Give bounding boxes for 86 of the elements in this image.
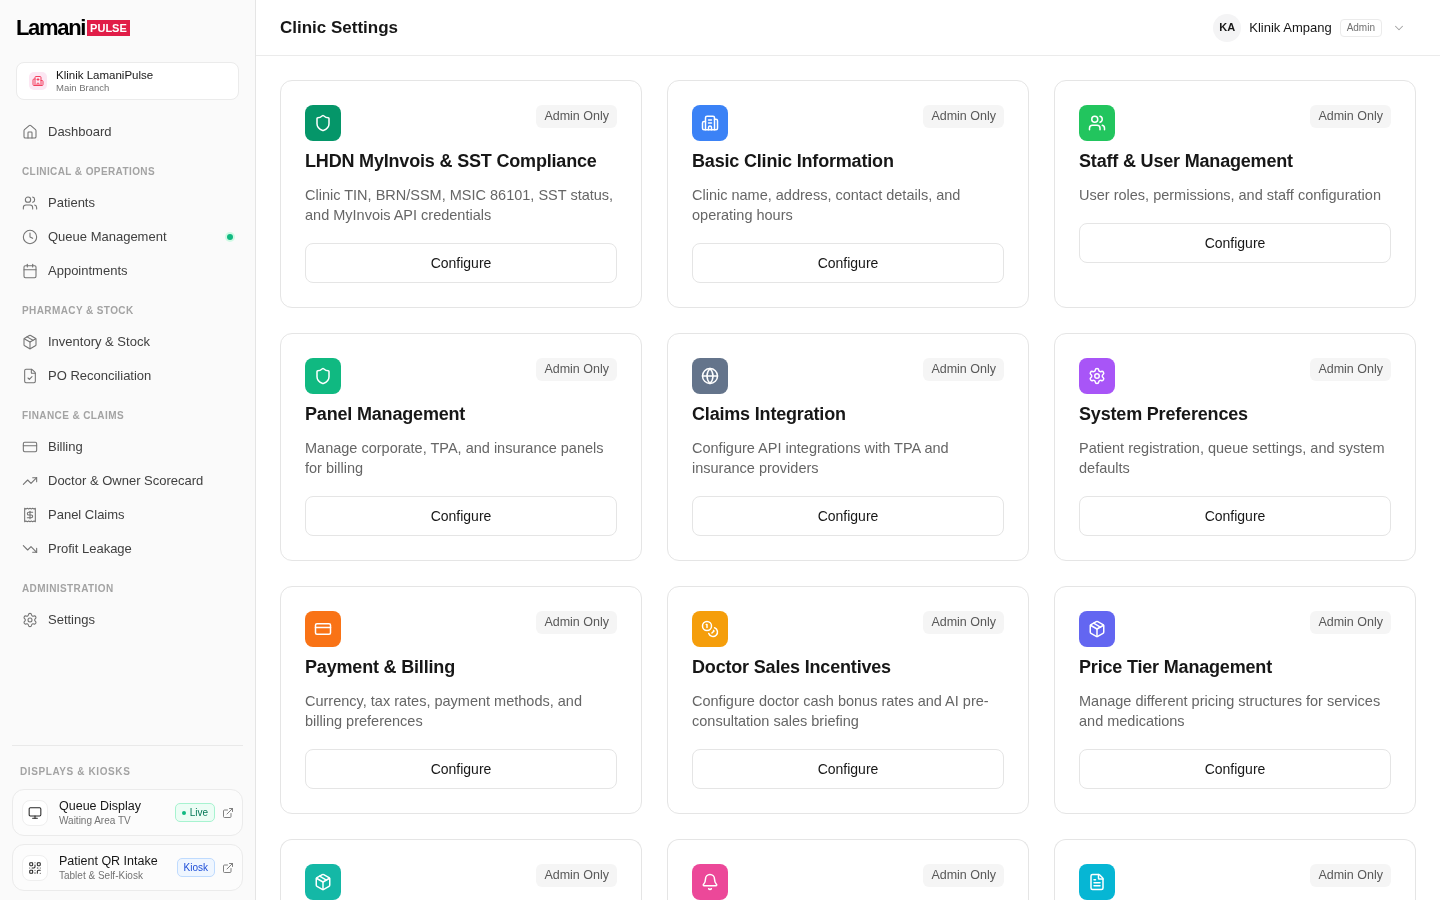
clinic-branch: Main Branch: [56, 82, 111, 94]
hospital-icon: [29, 72, 47, 90]
configure-button[interactable]: Configure: [692, 749, 1004, 789]
calendar-icon: [22, 263, 38, 279]
access-badge: Admin Only: [536, 611, 617, 634]
nav-item[interactable]: Inventory & Stock: [12, 325, 243, 359]
nav-item[interactable]: Queue Management: [12, 220, 243, 254]
configure-button[interactable]: Configure: [1079, 749, 1391, 789]
card-description: Clinic name, address, contact details, and operating hours: [692, 186, 962, 225]
external-link-icon[interactable]: [222, 806, 234, 819]
nav-item[interactable]: Doctor & Owner Scorecard: [12, 464, 243, 498]
access-badge: Admin Only: [923, 611, 1004, 634]
access-badge: Admin Only: [536, 864, 617, 887]
house-icon: [22, 124, 38, 140]
card-description: Manage different pricing structures for services and medications: [1079, 692, 1382, 731]
nav-section-heading: PHARMACY & STOCK: [21, 304, 135, 318]
card-title: Panel Management: [305, 403, 467, 426]
configure-button[interactable]: Configure: [692, 243, 1004, 283]
card-description: Patient registration, queue settings, and system defaults: [1079, 439, 1386, 478]
card-description: Configure doctor cash bonus rates and AI pre-consultation sales briefing: [692, 692, 990, 731]
nav-item[interactable]: PO Reconciliation: [12, 359, 243, 393]
display-subtitle: Waiting Area TV: [59, 814, 132, 827]
access-badge: Admin Only: [923, 358, 1004, 381]
clock-icon: [22, 229, 38, 245]
configure-button[interactable]: Configure: [305, 243, 617, 283]
configure-button[interactable]: Configure: [1079, 223, 1391, 263]
access-badge: Admin Only: [1310, 105, 1391, 128]
nav-item[interactable]: Dashboard: [12, 115, 243, 149]
nav-section-heading: FINANCE & CLAIMS: [21, 409, 125, 423]
nav-item[interactable]: Patients: [12, 186, 243, 220]
nav-item[interactable]: Panel Claims: [12, 498, 243, 532]
user-avatar: KA: [1213, 13, 1242, 42]
nav-item[interactable]: Profit Leakage: [12, 532, 243, 566]
card-title: Staff & User Management: [1079, 150, 1294, 173]
logo-tag: PULSE: [87, 20, 130, 36]
access-badge: Admin Only: [1310, 358, 1391, 381]
access-badge: Admin Only: [923, 105, 1004, 128]
card-description: Currency, tax rates, payment methods, and billing preferences: [305, 692, 583, 731]
role-badge: Admin: [1339, 18, 1382, 37]
qr-code-icon: [22, 854, 48, 881]
configure-button[interactable]: Configure: [692, 496, 1004, 536]
card-title: Price Tier Management: [1079, 656, 1273, 679]
external-link-icon[interactable]: [222, 861, 234, 874]
monitor-icon: [22, 799, 48, 826]
badge-label: Kiosk: [183, 861, 208, 874]
access-badge: Admin Only: [1310, 611, 1391, 634]
nav-item[interactable]: Appointments: [12, 254, 243, 288]
display-link-card[interactable]: Patient QR Intake Tablet & Self-Kiosk Kiosk: [12, 844, 243, 891]
clinic-name: Klinik LamaniPulse: [56, 68, 154, 82]
card-title: LHDN MyInvois & SST Compliance: [305, 150, 598, 173]
card-title: Payment & Billing: [305, 656, 456, 679]
card-title: System Preferences: [1079, 403, 1249, 426]
access-badge: Admin Only: [1310, 864, 1391, 887]
display-link-card[interactable]: Queue Display Waiting Area TV Live: [12, 789, 243, 836]
card-description: Configure API integrations with TPA and insurance providers: [692, 439, 950, 478]
logo-wordmark: Lamani: [16, 17, 86, 39]
nav-item[interactable]: Billing: [12, 430, 243, 464]
card-description: User roles, permissions, and staff configuration: [1079, 186, 1382, 205]
nav-section-heading: CLINICAL & OPERATIONS: [21, 165, 157, 179]
card-title: Basic Clinic Information: [692, 150, 895, 173]
display-title: Patient QR Intake: [59, 853, 159, 869]
package-icon: [22, 334, 38, 350]
clinic-switcher[interactable]: Klinik LamaniPulse Main Branch: [16, 62, 239, 100]
configure-button[interactable]: Configure: [1079, 496, 1391, 536]
user-name: Klinik Ampang: [1249, 18, 1332, 37]
card-title: Claims Integration: [692, 403, 847, 426]
nav-section-heading: DISPLAYS & KIOSKS: [19, 765, 132, 779]
configure-button[interactable]: Configure: [305, 496, 617, 536]
display-title: Queue Display: [59, 798, 142, 814]
access-badge: Admin Only: [923, 864, 1004, 887]
badge-label: Live: [189, 806, 208, 819]
configure-button[interactable]: Configure: [305, 749, 617, 789]
page-title: Clinic Settings: [280, 16, 399, 39]
card-description: Clinic TIN, BRN/SSM, MSIC 86101, SST status, and MyInvois API credentials: [305, 186, 615, 225]
file-check-icon: [22, 368, 38, 384]
access-badge: Admin Only: [536, 105, 617, 128]
card-title: Doctor Sales Incentives: [692, 656, 892, 679]
nav-section-heading: ADMINISTRATION: [21, 582, 115, 596]
settings-icon: [22, 612, 38, 628]
credit-card-icon: [22, 439, 38, 455]
display-subtitle: Tablet & Self-Kiosk: [59, 869, 144, 882]
users-icon: [22, 195, 38, 211]
access-badge: Admin Only: [536, 358, 617, 381]
card-description: Manage corporate, TPA, and insurance panels for billing: [305, 439, 605, 478]
receipt-icon: [22, 507, 38, 523]
nav-item[interactable]: Settings: [12, 603, 243, 637]
